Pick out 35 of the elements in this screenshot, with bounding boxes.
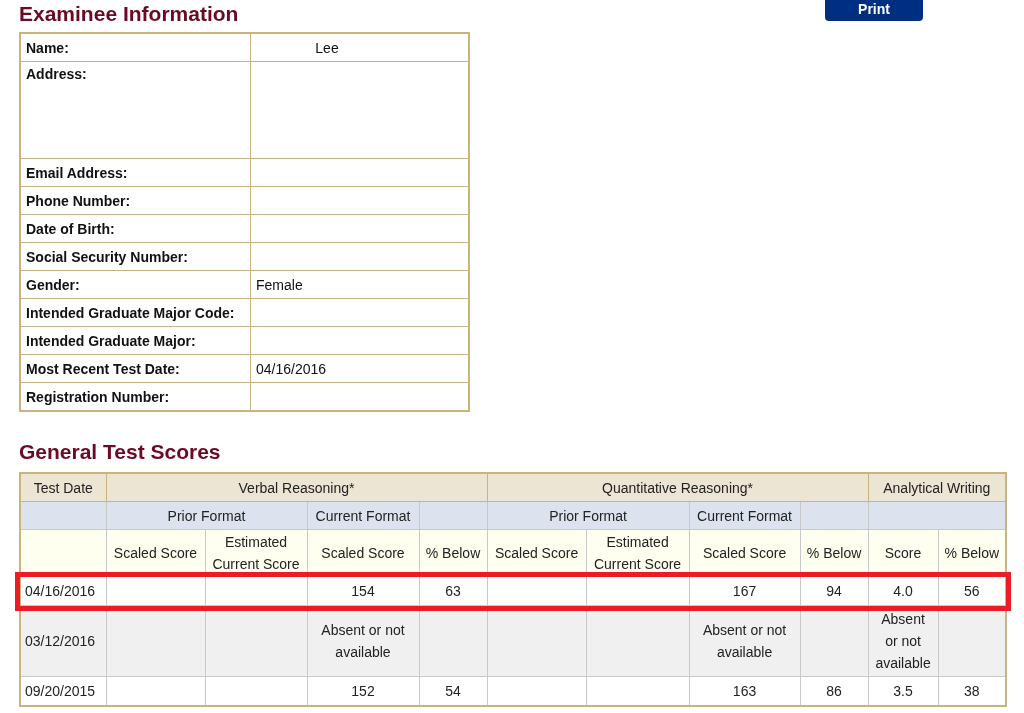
field-label: Name: [20, 33, 251, 62]
score-cell: 3.5 [868, 676, 939, 706]
section-title: General Test Scores [19, 440, 222, 464]
field-label: Date of Birth: [20, 214, 251, 243]
section-title: Examinee Information [19, 2, 240, 26]
score-cell: 94 [800, 576, 869, 606]
score-cell: 38 [938, 676, 1007, 706]
section-header: Verbal Reasoning* [106, 473, 488, 502]
date-cell: 09/20/2015 [20, 676, 106, 706]
score-cell: 167 [689, 576, 801, 606]
section-header: Quantitative Reasoning* [487, 473, 869, 502]
format-header: Current Format [689, 501, 801, 530]
score-cell: 4.0 [868, 576, 939, 606]
field-label: Email Address: [20, 158, 251, 187]
score-cell: 63 [419, 576, 488, 606]
score-cell: 152 [307, 676, 419, 706]
score-cell: 86 [800, 676, 869, 706]
format-header: Current Format [307, 501, 419, 530]
field-label: Phone Number: [20, 186, 251, 215]
score-cell: 163 [689, 676, 801, 706]
print-button[interactable]: Print [825, 0, 923, 21]
field-label: Social Security Number: [20, 242, 251, 271]
field-label: Gender: [20, 270, 251, 299]
field-label: Intended Graduate Major: [20, 326, 251, 355]
format-header: Prior Format [106, 501, 307, 530]
field-label: Intended Graduate Major Code: [20, 298, 251, 327]
date-cell: 04/16/2016 [20, 576, 106, 606]
score-cell: 154 [307, 576, 419, 606]
score-cell: 56 [938, 576, 1007, 606]
format-header: Prior Format [487, 501, 690, 530]
field-label: Address: [20, 61, 251, 159]
field-label: Most Recent Test Date: [20, 354, 251, 383]
score-cell: 54 [419, 676, 488, 706]
column-header: Test Date [20, 473, 106, 502]
section-header: Analytical Writing [868, 473, 1007, 502]
